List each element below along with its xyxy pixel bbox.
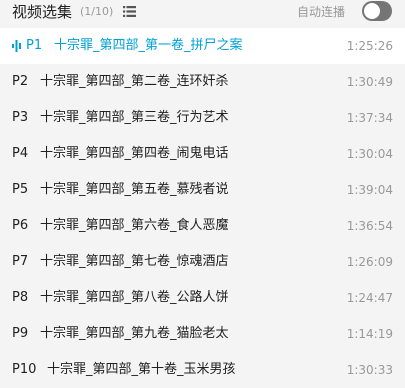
- episode-title: 十宗罪_第四部_第五卷_慕残者说: [40, 182, 229, 197]
- episode-row[interactable]: P9 十宗罪_第四部_第九卷_猫脸老太 1:14:19: [0, 316, 405, 352]
- episode-row-content: P8 十宗罪_第四部_第八卷_公路人饼 1:24:47: [12, 280, 393, 316]
- episode-row[interactable]: P2 十宗罪_第四部_第二卷_连环奸杀 1:30:49: [0, 64, 405, 100]
- episode-row[interactable]: P7 十宗罪_第四部_第七卷_惊魂酒店 1:26:09: [0, 244, 405, 280]
- episode-duration: 1:30:49: [346, 75, 393, 89]
- autoplay-toggle[interactable]: [362, 1, 392, 21]
- episode-row-content: P4 十宗罪_第四部_第四卷_闹鬼电话 1:30:04: [12, 136, 393, 172]
- episode-duration: 1:37:34: [346, 111, 393, 125]
- episode-row-content: P9 十宗罪_第四部_第九卷_猫脸老太 1:14:19: [12, 316, 393, 352]
- episode-duration: 1:30:33: [346, 363, 393, 377]
- episode-row[interactable]: P1 十宗罪_第四部_第一卷_拼尸之案 1:25:26: [0, 28, 405, 64]
- episode-duration: 1:26:09: [346, 255, 393, 269]
- episode-row[interactable]: P8 十宗罪_第四部_第八卷_公路人饼 1:24:47: [0, 280, 405, 316]
- episode-row-content: P1 十宗罪_第四部_第一卷_拼尸之案 1:25:26: [12, 28, 393, 64]
- episode-row-content: P2 十宗罪_第四部_第二卷_连环奸杀 1:30:49: [12, 64, 393, 100]
- episode-row[interactable]: P10 十宗罪_第四部_第十卷_玉米男孩 1:30:33: [0, 352, 405, 388]
- episode-row[interactable]: P4 十宗罪_第四部_第四卷_闹鬼电话 1:30:04: [0, 136, 405, 172]
- episode-index: P5: [12, 182, 29, 197]
- episode-row-content: P3 十宗罪_第四部_第三卷_行为艺术 1:37:34: [12, 100, 393, 136]
- episode-duration: 1:30:04: [346, 147, 393, 161]
- episode-count: (1/10): [80, 5, 114, 18]
- episode-index: P8: [12, 290, 29, 305]
- episode-title: 十宗罪_第四部_第四卷_闹鬼电话: [40, 146, 229, 161]
- episode-duration: 1:14:19: [346, 327, 393, 341]
- episode-row-content: P7 十宗罪_第四部_第七卷_惊魂酒店 1:26:09: [12, 244, 393, 280]
- episode-title: 十宗罪_第四部_第十卷_玉米男孩: [47, 362, 236, 377]
- episode-row[interactable]: P3 十宗罪_第四部_第三卷_行为艺术 1:37:34: [0, 100, 405, 136]
- episode-index: P7: [12, 254, 29, 269]
- episode-row[interactable]: P5 十宗罪_第四部_第五卷_慕残者说 1:39:04: [0, 172, 405, 208]
- list-icon[interactable]: [123, 6, 136, 17]
- episode-row-content: P5 十宗罪_第四部_第五卷_慕残者说 1:39:04: [12, 172, 393, 208]
- episode-index: P6: [12, 218, 29, 233]
- episode-index: P2: [12, 74, 29, 89]
- episode-row-content: P6 十宗罪_第四部_第六卷_食人恶魔 1:36:54: [12, 208, 393, 244]
- episode-title: 十宗罪_第四部_第七卷_惊魂酒店: [40, 254, 229, 269]
- episode-title: 十宗罪_第四部_第二卷_连环奸杀: [40, 74, 229, 89]
- video-episode-panel: 视频选集 (1/10) 自动连播 P1 十宗罪_第四部_第一卷_拼尸之案 1:25:…: [0, 0, 405, 377]
- autoplay-label: 自动连播: [297, 5, 346, 19]
- episode-index: P3: [12, 110, 29, 125]
- episode-index: P9: [12, 326, 29, 341]
- episode-duration: 1:39:04: [346, 183, 393, 197]
- episode-title: 十宗罪_第四部_第三卷_行为艺术: [40, 110, 229, 125]
- playing-wave-icon: [12, 40, 21, 52]
- episode-title: 十宗罪_第四部_第一卷_拼尸之案: [54, 38, 243, 53]
- episode-row[interactable]: P6 十宗罪_第四部_第六卷_食人恶魔 1:36:54: [0, 208, 405, 244]
- episode-index: P10: [12, 362, 37, 377]
- autoplay-toggle-knob: [364, 3, 380, 19]
- episode-row-content: P10 十宗罪_第四部_第十卷_玉米男孩 1:30:33: [12, 352, 393, 388]
- episode-title: 十宗罪_第四部_第八卷_公路人饼: [40, 290, 229, 305]
- episode-index: P4: [12, 146, 29, 161]
- episode-duration: 1:24:47: [346, 291, 393, 305]
- episode-title: 十宗罪_第四部_第九卷_猫脸老太: [40, 326, 229, 341]
- episode-title: 十宗罪_第四部_第六卷_食人恶魔: [40, 218, 229, 233]
- episode-panel-header: 视频选集 (1/10) 自动连播: [0, 0, 405, 26]
- episode-index: P1: [26, 38, 43, 53]
- episode-duration: 1:25:26: [346, 39, 393, 53]
- episode-duration: 1:36:54: [346, 219, 393, 233]
- episode-panel-title: 视频选集: [12, 3, 73, 21]
